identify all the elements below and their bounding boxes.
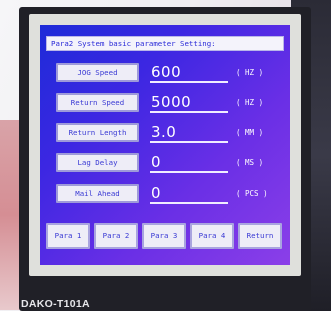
mail-ahead-underline xyxy=(150,202,228,204)
hmi-screen: Para2 System basic parameter Setting: JO… xyxy=(40,25,290,265)
mail-ahead-value[interactable]: 0 xyxy=(151,184,229,202)
return-length-value[interactable]: 3.0 xyxy=(151,123,229,141)
lag-delay-unit: ( MS ) xyxy=(236,158,264,167)
lag-delay-label: Lag Delay xyxy=(56,153,139,172)
return-speed-underline xyxy=(150,111,228,113)
return-speed-label: Return Speed xyxy=(56,93,139,112)
return-length-unit: ( MM ) xyxy=(236,128,264,137)
page-button-bar: Para 1 Para 2 Para 3 Para 4 Return xyxy=(46,223,286,249)
return-button[interactable]: Return xyxy=(238,223,282,249)
para-3-button[interactable]: Para 3 xyxy=(142,223,186,249)
param-row-lag-delay: Lag Delay 0 ( MS ) xyxy=(40,152,290,174)
lag-delay-underline xyxy=(150,171,228,173)
mail-ahead-label: Mail Ahead xyxy=(56,184,139,203)
mail-ahead-unit: ( PCS ) xyxy=(236,189,268,198)
return-speed-value[interactable]: 5000 xyxy=(151,93,229,111)
lag-delay-value[interactable]: 0 xyxy=(151,153,229,171)
para-4-button[interactable]: Para 4 xyxy=(190,223,234,249)
jog-speed-underline xyxy=(150,81,228,83)
return-speed-unit: ( HZ ) xyxy=(236,98,264,107)
param-row-jog-speed: JOG Speed 600 ( HZ ) xyxy=(40,62,290,84)
jog-speed-label: JOG Speed xyxy=(56,63,139,82)
jog-speed-unit: ( HZ ) xyxy=(236,68,264,77)
para-2-button[interactable]: Para 2 xyxy=(94,223,138,249)
para-1-button[interactable]: Para 1 xyxy=(46,223,90,249)
return-length-label: Return Length xyxy=(56,123,139,142)
param-row-mail-ahead: Mail Ahead 0 ( PCS ) xyxy=(40,183,290,205)
screen-title: Para2 System basic parameter Setting: xyxy=(46,36,284,51)
param-row-return-speed: Return Speed 5000 ( HZ ) xyxy=(40,92,290,114)
param-row-return-length: Return Length 3.0 ( MM ) xyxy=(40,122,290,144)
return-length-underline xyxy=(150,141,228,143)
jog-speed-value[interactable]: 600 xyxy=(151,63,229,81)
device-model-label: DAKO-T101A xyxy=(21,298,90,310)
